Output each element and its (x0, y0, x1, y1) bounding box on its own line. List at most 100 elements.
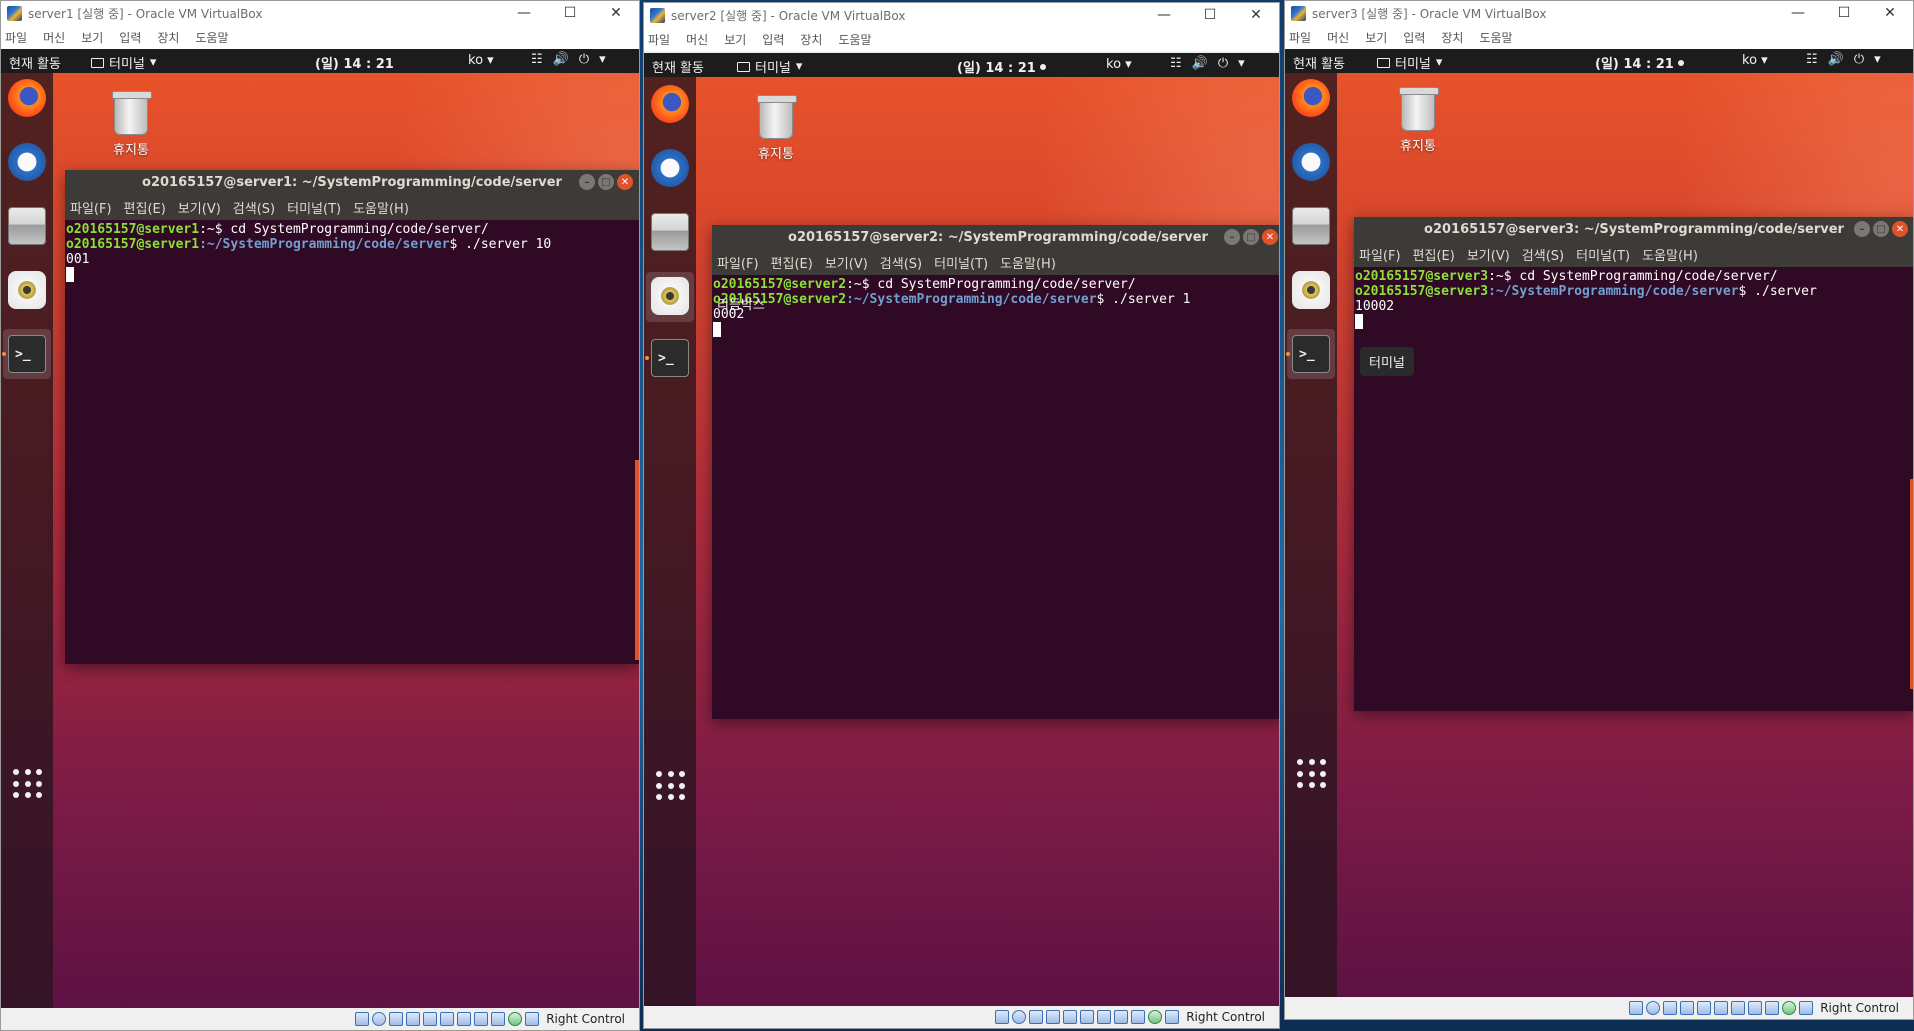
firefox-icon[interactable] (8, 79, 46, 117)
system-menu[interactable]: ☷ 🔊 ⏻ ▾ (1170, 56, 1245, 71)
clock[interactable]: (일) 14 : 21 (957, 57, 1046, 76)
term-menu-search[interactable]: 검색(S) (233, 198, 275, 217)
app-menu-terminal[interactable]: 터미널 ▾ (737, 57, 802, 76)
show-applications-icon[interactable] (656, 771, 686, 801)
vb-menu-file[interactable]: 파일 (1289, 29, 1311, 46)
firefox-icon[interactable] (1292, 79, 1330, 117)
vb-titlebar[interactable]: server1 [실행 중] - Oracle VM VirtualBox — … (1, 1, 639, 25)
terminal-window[interactable]: o20165157@server3: ~/SystemProgramming/c… (1354, 217, 1913, 711)
term-menu-search[interactable]: 검색(S) (1522, 245, 1564, 264)
vb-menu-file[interactable]: 파일 (5, 29, 27, 46)
mouse-integration-icon[interactable] (508, 1012, 523, 1026)
desktop-trash[interactable]: 휴지통 (101, 91, 161, 158)
cpu-icon[interactable] (491, 1012, 506, 1026)
guest-screen[interactable]: 현재 활동 터미널 ▾ (일) 14 : 21 ko ▾ ☷ 🔊 ⏻ ▾ >_ (1, 49, 639, 1008)
mouse-integration-icon[interactable] (1148, 1010, 1163, 1024)
term-menu-view[interactable]: 보기(V) (178, 198, 221, 217)
vb-menu-devices[interactable]: 장치 (1441, 29, 1463, 46)
input-language[interactable]: ko ▾ (1742, 53, 1768, 68)
close-icon[interactable]: ✕ (1262, 229, 1278, 245)
term-menu-view[interactable]: 보기(V) (1467, 245, 1510, 264)
terminal-titlebar[interactable]: o20165157@server2: ~/SystemProgramming/c… (712, 225, 1279, 249)
close-icon[interactable]: ✕ (1892, 221, 1908, 237)
activities-button[interactable]: 현재 활동 (652, 57, 704, 76)
term-menu-help[interactable]: 도움말(H) (1000, 253, 1056, 272)
term-menu-terminal[interactable]: 터미널(T) (1576, 245, 1630, 264)
vb-menu-input[interactable]: 입력 (119, 29, 141, 46)
guest-screen[interactable]: 현재 활동 터미널 ▾ (일) 14 : 21 ko ▾ ☷ 🔊 ⏻ ▾ >_ (644, 53, 1279, 1006)
rhythmbox-icon[interactable] (8, 271, 46, 309)
vb-menu-view[interactable]: 보기 (81, 29, 103, 46)
term-menu-edit[interactable]: 편집(E) (124, 198, 166, 217)
app-menu-terminal[interactable]: 터미널 ▾ (91, 53, 156, 72)
files-icon[interactable] (8, 207, 46, 245)
audio-icon[interactable] (1663, 1001, 1678, 1015)
cpu-icon[interactable] (1765, 1001, 1780, 1015)
vb-menu-devices[interactable]: 장치 (157, 29, 179, 46)
terminal-output[interactable]: o20165157@server1:~$ cd SystemProgrammin… (65, 220, 639, 282)
minimize-icon[interactable]: – (1224, 229, 1240, 245)
terminal-window[interactable]: o20165157@server1: ~/SystemProgramming/c… (65, 170, 639, 664)
usb-icon[interactable] (423, 1012, 438, 1026)
firefox-icon[interactable] (651, 85, 689, 123)
audio-icon[interactable] (1029, 1010, 1044, 1024)
vb-menu-machine[interactable]: 머신 (43, 29, 65, 46)
term-menu-view[interactable]: 보기(V) (825, 253, 868, 272)
term-menu-search[interactable]: 검색(S) (880, 253, 922, 272)
show-applications-icon[interactable] (1297, 759, 1327, 789)
vb-menu-machine[interactable]: 머신 (1327, 29, 1349, 46)
vb-titlebar[interactable]: server2 [실행 중] - Oracle VM VirtualBox — … (644, 3, 1279, 27)
guest-screen[interactable]: 현재 활동 터미널 ▾ (일) 14 : 21 ko ▾ ☷ 🔊 ⏻ ▾ >_ (1285, 49, 1913, 997)
display-icon[interactable] (1731, 1001, 1746, 1015)
maximize-icon[interactable]: ☐ (547, 1, 593, 25)
desktop-trash[interactable]: 휴지통 (1388, 87, 1448, 154)
close-icon[interactable]: ✕ (617, 174, 633, 190)
keyboard-capture-icon[interactable] (1799, 1001, 1814, 1015)
terminal-icon[interactable]: >_ (8, 335, 46, 373)
vb-titlebar[interactable]: server3 [실행 중] - Oracle VM VirtualBox — … (1285, 1, 1913, 25)
minimize-icon[interactable]: — (1775, 1, 1821, 25)
maximize-icon[interactable]: ☐ (1821, 1, 1867, 25)
close-icon[interactable]: ✕ (1867, 1, 1913, 25)
vb-menu-view[interactable]: 보기 (724, 31, 746, 48)
usb-icon[interactable] (1697, 1001, 1712, 1015)
minimize-icon[interactable]: – (579, 174, 595, 190)
system-menu[interactable]: ☷ 🔊 ⏻ ▾ (1806, 52, 1881, 67)
display-icon[interactable] (1097, 1010, 1112, 1024)
terminal-icon[interactable]: >_ (1292, 335, 1330, 373)
vb-menu-help[interactable]: 도움말 (195, 29, 228, 46)
term-menu-file[interactable]: 파일(F) (1359, 245, 1401, 264)
minimize-icon[interactable]: — (501, 1, 547, 25)
term-menu-terminal[interactable]: 터미널(T) (287, 198, 341, 217)
files-icon[interactable] (651, 213, 689, 251)
virtualbox-window-server2[interactable]: server2 [실행 중] - Oracle VM VirtualBox — … (643, 2, 1280, 1029)
input-language[interactable]: ko ▾ (1106, 57, 1132, 72)
minimize-icon[interactable]: — (1141, 3, 1187, 27)
terminal-icon[interactable]: >_ (651, 339, 689, 377)
optical-drive-icon[interactable] (372, 1012, 387, 1026)
hard-disk-icon[interactable] (1629, 1001, 1644, 1015)
app-menu-terminal[interactable]: 터미널 ▾ (1377, 53, 1442, 72)
term-menu-file[interactable]: 파일(F) (70, 198, 112, 217)
usb-icon[interactable] (1063, 1010, 1078, 1024)
audio-icon[interactable] (389, 1012, 404, 1026)
terminal-scrollbar[interactable] (635, 460, 639, 660)
clock[interactable]: (일) 14 : 21 (1595, 53, 1684, 72)
hard-disk-icon[interactable] (995, 1010, 1010, 1024)
terminal-scrollbar[interactable] (1910, 479, 1913, 689)
vb-menu-input[interactable]: 입력 (762, 31, 784, 48)
shared-folders-icon[interactable] (1080, 1010, 1095, 1024)
rhythmbox-icon[interactable] (1292, 271, 1330, 309)
activities-button[interactable]: 현재 활동 (1293, 53, 1345, 72)
input-language[interactable]: ko ▾ (468, 53, 494, 68)
maximize-icon[interactable]: □ (1873, 221, 1889, 237)
virtualbox-window-server3[interactable]: server3 [실행 중] - Oracle VM VirtualBox — … (1284, 0, 1914, 1020)
term-menu-help[interactable]: 도움말(H) (353, 198, 409, 217)
video-capture-icon[interactable] (1748, 1001, 1763, 1015)
maximize-icon[interactable]: ☐ (1187, 3, 1233, 27)
thunderbird-icon[interactable] (8, 143, 46, 181)
term-menu-edit[interactable]: 편집(E) (1413, 245, 1455, 264)
desktop-trash[interactable]: 휴지통 (746, 95, 806, 162)
terminal-output[interactable]: o20165157@server3:~$ cd SystemProgrammin… (1354, 267, 1913, 329)
hard-disk-icon[interactable] (355, 1012, 370, 1026)
